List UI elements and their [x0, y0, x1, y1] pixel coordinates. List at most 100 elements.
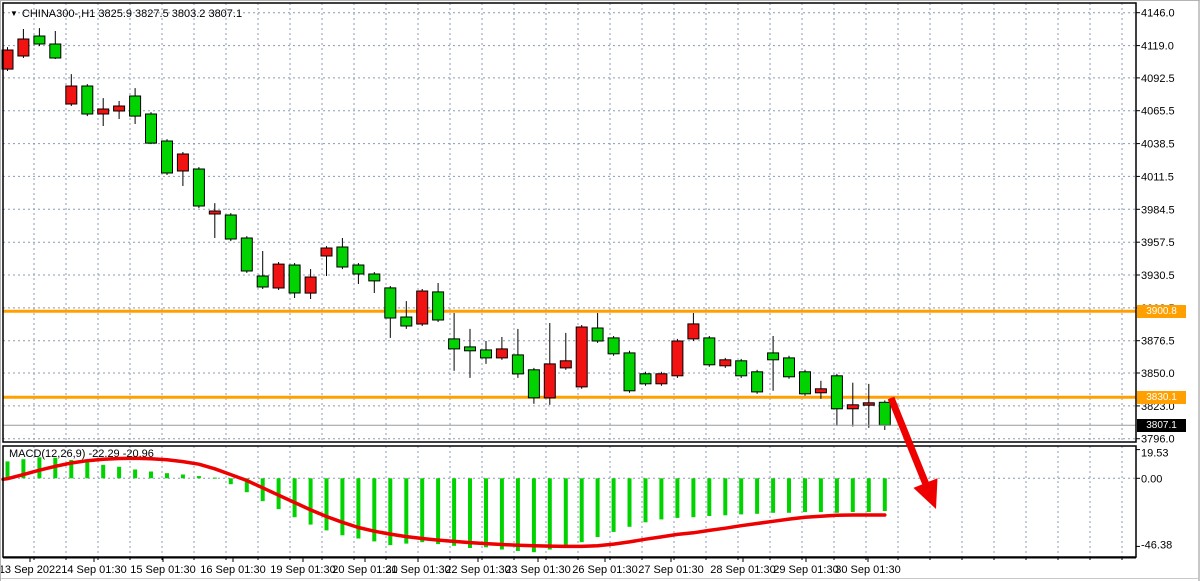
svg-text:29 Sep 01:30: 29 Sep 01:30 [773, 564, 838, 576]
svg-text:16 Sep 01:30: 16 Sep 01:30 [200, 564, 265, 576]
svg-text:13 Sep 2022: 13 Sep 2022 [1, 564, 61, 576]
candle [465, 347, 476, 351]
price-gridlines: 4146.04119.04092.54065.54038.54011.53984… [3, 8, 1175, 446]
svg-text:3930.5: 3930.5 [1141, 270, 1175, 282]
candle [417, 291, 428, 324]
candle [640, 374, 651, 384]
candle [305, 277, 316, 293]
candle [241, 238, 252, 271]
candle [576, 327, 587, 387]
symbol-ohlc-values: 3825.9 3827.5 3803.2 3807.1 [98, 8, 242, 20]
candle [34, 36, 45, 44]
candle [209, 211, 220, 214]
candle [321, 248, 332, 256]
candle [82, 86, 93, 114]
candle [847, 405, 858, 409]
macd-axis: 19.53 0.00 -46.38 [3, 448, 1172, 552]
symbol-name: CHINA300-,H1 [22, 8, 95, 20]
candle [257, 276, 268, 287]
symbol-dropdown-icon[interactable]: ▼ [10, 9, 18, 18]
time-axis: 13 Sep 202214 Sep 01:30 15 Sep 01:30 16 Se… [1, 558, 1136, 576]
candle [512, 355, 523, 374]
svg-text:4119.0: 4119.0 [1141, 41, 1174, 53]
svg-text:19 Sep 01:30: 19 Sep 01:30 [270, 564, 335, 576]
candle [385, 288, 396, 318]
svg-text:23 Sep 01:30: 23 Sep 01:30 [505, 564, 570, 576]
level-price-badge-3900: 3900.8 [1137, 305, 1186, 318]
svg-text:19.53: 19.53 [1141, 448, 1169, 460]
svg-text:22 Sep 01:30: 22 Sep 01:30 [445, 564, 510, 576]
candle [449, 339, 460, 349]
candle [624, 353, 635, 391]
svg-text:4038.5: 4038.5 [1141, 139, 1175, 151]
candle [162, 141, 173, 173]
svg-text:3796.0: 3796.0 [1141, 434, 1175, 446]
svg-text:4146.0: 4146.0 [1141, 8, 1175, 20]
svg-text:-46.38: -46.38 [1141, 539, 1172, 551]
svg-text:4092.5: 4092.5 [1141, 73, 1175, 85]
candle [656, 374, 667, 384]
candle [177, 154, 188, 171]
svg-text:30 Sep 01:30: 30 Sep 01:30 [835, 564, 900, 576]
macd-values: -22.29 -20.96 [88, 448, 153, 460]
candle [18, 39, 29, 56]
svg-text:26 Sep 01:30: 26 Sep 01:30 [572, 564, 637, 576]
candle [815, 389, 826, 393]
candle [337, 247, 348, 267]
svg-text:3984.5: 3984.5 [1141, 204, 1175, 216]
candle [768, 353, 779, 360]
candle [672, 341, 683, 376]
candle [193, 169, 204, 206]
svg-text:21 Sep 01:30: 21 Sep 01:30 [385, 564, 450, 576]
svg-text:0.00: 0.00 [1141, 473, 1162, 485]
candle [736, 361, 747, 376]
candle [879, 402, 890, 425]
candle [225, 215, 236, 239]
vertical-gridlines [34, 3, 1122, 557]
svg-text:15 Sep 01:30: 15 Sep 01:30 [130, 564, 195, 576]
candle [481, 350, 492, 358]
window-bottom-edge [1, 578, 1200, 579]
candle [50, 44, 61, 58]
candle [704, 338, 715, 365]
candle [608, 338, 619, 354]
candle [528, 370, 539, 398]
candle [800, 372, 811, 394]
svg-text:28 Sep 01:30: 28 Sep 01:30 [710, 564, 775, 576]
candles-layer [2, 28, 890, 430]
candle [273, 264, 284, 288]
candle [130, 96, 141, 116]
candle [544, 364, 555, 398]
chart-window: 4146.04119.04092.54065.54038.54011.53984… [0, 0, 1200, 581]
candle [369, 274, 380, 281]
candle [592, 328, 603, 341]
svg-text:14 Sep 01:30: 14 Sep 01:30 [61, 564, 126, 576]
candle [752, 372, 763, 392]
candle [401, 317, 412, 326]
candle [146, 114, 157, 143]
svg-text:4065.5: 4065.5 [1141, 106, 1175, 118]
symbol-title[interactable]: ▼ CHINA300-,H1 3825.9 3827.5 3803.2 3807.… [10, 8, 242, 20]
bid-price-badge: 3807.1 [1137, 419, 1186, 432]
candle [66, 86, 77, 104]
candle [114, 106, 125, 111]
candle [353, 265, 364, 274]
candle [863, 403, 874, 405]
candle [784, 358, 795, 377]
candle [496, 349, 507, 358]
support-resistance-lines[interactable] [3, 311, 1136, 397]
candle [688, 324, 699, 339]
price-panel-frame [3, 3, 1136, 442]
candle [433, 292, 444, 320]
macd-panel-frame [3, 446, 1136, 557]
svg-text:3850.0: 3850.0 [1141, 368, 1175, 380]
candle [831, 376, 842, 409]
level-price-badge-3830: 3830.1 [1137, 391, 1186, 404]
candle [720, 360, 731, 366]
candle [98, 109, 109, 114]
svg-text:27 Sep 01:30: 27 Sep 01:30 [638, 564, 703, 576]
svg-text:3876.5: 3876.5 [1141, 336, 1175, 348]
macd-name: MACD(12,26,9) [9, 448, 85, 460]
macd-histogram [6, 457, 887, 552]
macd-indicator-label: MACD(12,26,9) -22.29 -20.96 [9, 448, 154, 460]
